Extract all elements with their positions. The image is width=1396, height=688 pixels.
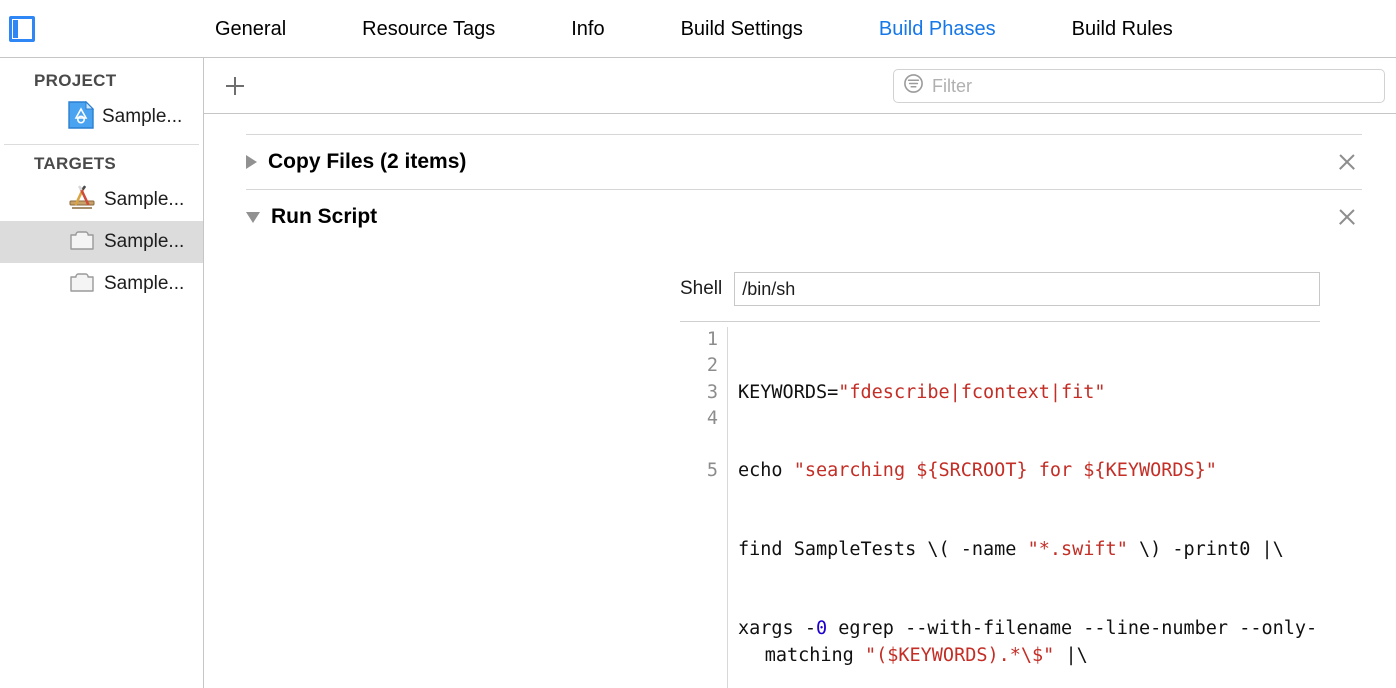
code-line-1: KEYWORDS="fdescribe|fcontext|fit" (738, 381, 1106, 403)
sidebar-targets-header: TARGETS (34, 154, 117, 173)
sidebar-item-test-target-2[interactable]: Sample... (0, 263, 203, 305)
line-number: 1 (706, 329, 718, 350)
phase-run-script[interactable]: Run Script (204, 190, 1396, 244)
sidebar-item-label: Sample... (104, 273, 185, 294)
tab-general[interactable]: General (177, 19, 324, 39)
filter-icon (903, 73, 924, 99)
line-number-gutter: 1 2 3 4 5 (680, 327, 728, 688)
xcode-project-icon (68, 100, 95, 134)
test-bundle-icon (68, 269, 96, 300)
build-phases-pane: Copy Files (2 items) Run Script Shell (204, 58, 1396, 688)
script-editor[interactable]: 1 2 3 4 5 KEYWORDS="fdescribe|fcontext|f… (680, 321, 1320, 688)
phase-copy-files[interactable]: Copy Files (2 items) (204, 135, 1396, 189)
sidebar-divider (4, 144, 199, 145)
line-number: 3 (706, 381, 718, 403)
tab-build-phases[interactable]: Build Phases (841, 19, 1034, 39)
shell-label: Shell (680, 278, 723, 299)
sidebar-project-header: PROJECT (34, 71, 117, 90)
tab-resource-tags[interactable]: Resource Tags (324, 19, 533, 39)
sidebar-item-label: Sample... (104, 231, 185, 252)
filter-input[interactable] (932, 75, 1384, 97)
line-number: 4 (706, 407, 718, 429)
tab-build-rules[interactable]: Build Rules (1034, 19, 1211, 39)
app-target-icon (68, 184, 96, 217)
code-line-4: xargs -0 egrep --with-filename --line-nu… (738, 618, 1318, 666)
phases-toolbar (204, 58, 1396, 114)
sidebar-item-project[interactable]: Sample... (0, 96, 203, 138)
test-bundle-icon (68, 227, 96, 258)
phases-list: Copy Files (2 items) Run Script Shell /b… (204, 114, 1396, 688)
plus-icon[interactable] (218, 69, 252, 103)
filter-field[interactable] (893, 69, 1385, 103)
chevron-down-icon[interactable] (246, 211, 260, 223)
script-code[interactable]: KEYWORDS="fdescribe|fcontext|fit" echo "… (728, 327, 1320, 688)
sidebar-item-label: Sample... (102, 106, 183, 127)
tab-list: General Resource Tags Info Build Setting… (177, 19, 1211, 39)
tab-info[interactable]: Info (533, 19, 642, 39)
shell-input[interactable] (734, 272, 1320, 306)
shell-row: Shell (204, 272, 1396, 306)
close-icon[interactable] (1336, 151, 1358, 173)
targets-sidebar: PROJECT Sample... TARGETS Sample... Samp… (0, 58, 204, 688)
run-script-body: Shell 1 2 3 4 5 KEYWORDS= (204, 272, 1396, 688)
chevron-right-icon[interactable] (246, 155, 257, 169)
sidebar-item-test-target-1[interactable]: Sample... (0, 221, 203, 263)
code-line-3: find SampleTests \( -name "*.swift" \) -… (738, 539, 1284, 561)
phase-title: Run Script (271, 205, 378, 228)
close-icon[interactable] (1336, 206, 1358, 228)
xcode-target-editor: General Resource Tags Info Build Setting… (0, 0, 1396, 688)
line-number: 2 (706, 355, 718, 377)
editor-tab-bar: General Resource Tags Info Build Setting… (0, 0, 1396, 58)
sidebar-item-app-target[interactable]: Sample... (0, 179, 203, 221)
editor-body: PROJECT Sample... TARGETS Sample... Samp… (0, 58, 1396, 688)
sidebar-item-label: Sample... (104, 189, 185, 210)
sidebar-toggle-icon[interactable] (9, 15, 35, 42)
tab-build-settings[interactable]: Build Settings (643, 19, 841, 39)
line-number: 5 (706, 460, 718, 482)
code-line-2: echo "searching ${SRCROOT} for ${KEYWORD… (738, 460, 1217, 482)
phase-title: Copy Files (2 items) (268, 150, 467, 173)
